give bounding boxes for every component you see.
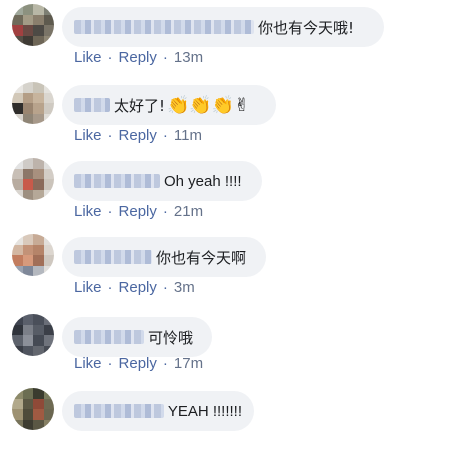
separator: · — [107, 203, 113, 220]
timestamp[interactable]: 3m — [174, 279, 195, 296]
separator: · — [107, 355, 113, 372]
avatar[interactable] — [12, 234, 54, 276]
comment-text: YEAH !!!!!!! — [167, 402, 242, 420]
reply-link[interactable]: Reply — [119, 49, 157, 66]
like-link[interactable]: Like — [74, 127, 102, 144]
comment-actions: Like · Reply · 11m — [74, 127, 202, 144]
separator: · — [162, 203, 168, 220]
separator: · — [162, 127, 168, 144]
timestamp[interactable]: 21m — [174, 203, 203, 220]
reply-link[interactable]: Reply — [119, 203, 157, 220]
comment-3: Oh yeah !!!! Like · Reply · 21m — [0, 154, 468, 230]
timestamp[interactable]: 11m — [174, 127, 202, 144]
comment-6: YEAH !!!!!!! — [0, 382, 468, 458]
author-name[interactable] — [74, 250, 152, 264]
avatar[interactable] — [12, 388, 54, 430]
avatar[interactable] — [12, 82, 54, 124]
like-link[interactable]: Like — [74, 355, 102, 372]
comment-1: 你也有今天哦! Like · Reply · 13m — [0, 0, 468, 76]
author-name[interactable] — [74, 174, 160, 188]
author-name[interactable] — [74, 98, 110, 112]
like-link[interactable]: Like — [74, 203, 102, 220]
avatar[interactable] — [12, 158, 54, 200]
comment-5: 可怜哦 Like · Reply · 17m — [0, 306, 468, 382]
avatar[interactable] — [12, 4, 54, 46]
comment-text: 太好了! — [114, 96, 166, 115]
comment-bubble: YEAH !!!!!!! — [62, 391, 254, 431]
comment-actions: Like · Reply · 13m — [74, 49, 203, 66]
separator: · — [162, 49, 168, 66]
author-name[interactable] — [74, 404, 164, 418]
separator: · — [107, 49, 113, 66]
avatar[interactable] — [12, 314, 54, 356]
author-name[interactable] — [74, 330, 144, 344]
comment-bubble: 太好了! 👏👏👏✌ — [62, 85, 276, 125]
reply-link[interactable]: Reply — [119, 355, 157, 372]
like-link[interactable]: Like — [74, 279, 102, 296]
separator: · — [162, 279, 168, 296]
separator: · — [107, 127, 113, 144]
author-name[interactable] — [74, 20, 254, 34]
comment-bubble: 可怜哦 — [62, 317, 212, 357]
separator: · — [162, 355, 168, 372]
comment-2: 太好了! 👏👏👏✌ Like · Reply · 11m — [0, 78, 468, 154]
comment-text: 你也有今天啊 — [156, 248, 247, 267]
like-link[interactable]: Like — [74, 49, 102, 66]
comment-bubble: Oh yeah !!!! — [62, 161, 262, 201]
comment-actions: Like · Reply · 17m — [74, 355, 203, 372]
clapping-hands-emoji: 👏👏👏✌ — [167, 94, 250, 116]
comment-bubble: 你也有今天哦! — [62, 7, 384, 47]
comment-bubble: 你也有今天啊 — [62, 237, 266, 277]
comment-text: 你也有今天哦! — [258, 18, 355, 37]
comment-actions: Like · Reply · 3m — [74, 279, 195, 296]
reply-link[interactable]: Reply — [119, 279, 157, 296]
comment-text: 可怜哦 — [148, 328, 194, 347]
comment-actions: Like · Reply · 21m — [74, 203, 203, 220]
comment-text: Oh yeah !!!! — [164, 172, 242, 190]
reply-link[interactable]: Reply — [119, 127, 157, 144]
separator: · — [107, 279, 113, 296]
comment-4: 你也有今天啊 Like · Reply · 3m — [0, 230, 468, 306]
timestamp[interactable]: 17m — [174, 355, 203, 372]
timestamp[interactable]: 13m — [174, 49, 203, 66]
